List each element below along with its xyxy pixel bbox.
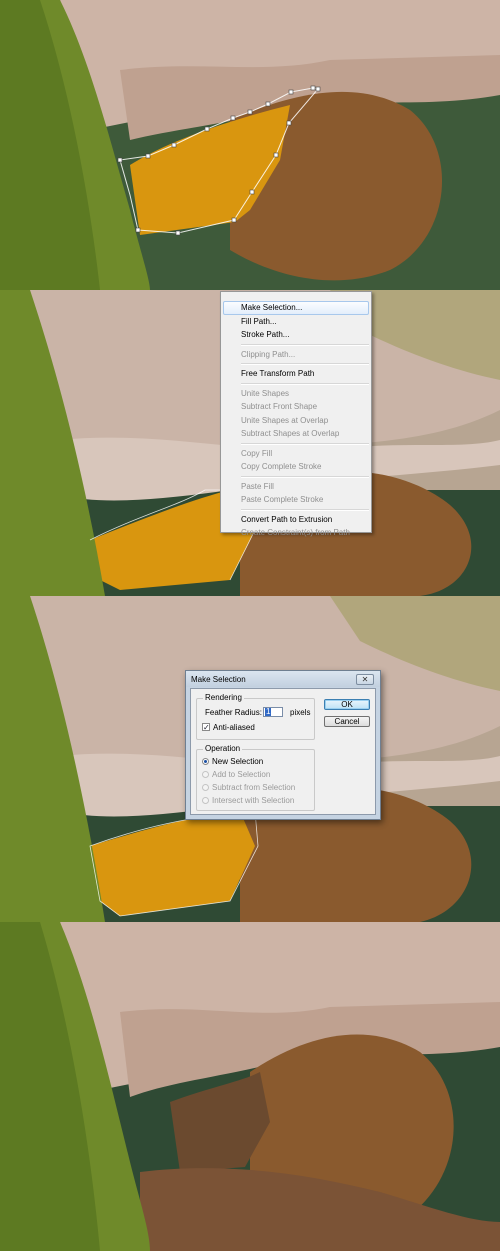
- menu-item-fill-path[interactable]: Fill Path...: [221, 315, 371, 329]
- anti-aliased-label: Anti-aliased: [213, 723, 255, 732]
- menu-item-copy-fill: Copy Fill: [241, 448, 273, 458]
- menu-item-copy-complete-stroke: Copy Complete Stroke: [241, 462, 322, 471]
- subtract-from-selection-label: Subtract from Selection: [212, 783, 296, 792]
- menu-separator: [241, 363, 369, 365]
- menu-item-stroke-path[interactable]: Stroke Path...: [221, 328, 371, 342]
- add-to-selection-label: Add to Selection: [212, 770, 271, 779]
- radio-icon[interactable]: [202, 758, 209, 765]
- menu-item-subtract-shapes-at-overlap: Subtract Shapes at Overlap: [241, 429, 340, 438]
- menu-separator: [241, 343, 369, 346]
- menu-separator: [241, 508, 369, 511]
- rendering-group: Rendering Feather Radius: 1 pixels ✓ Ant…: [196, 693, 315, 740]
- dialog-body: Rendering Feather Radius: 1 pixels ✓ Ant…: [190, 688, 376, 815]
- radio-icon: [202, 797, 209, 804]
- menu-item-unite-shapes: Unite Shapes: [241, 388, 290, 398]
- menu-separator: [241, 442, 369, 445]
- radio-icon: [202, 784, 209, 791]
- ok-button[interactable]: OK: [324, 699, 370, 710]
- new-selection-label: New Selection: [212, 757, 264, 766]
- rendering-legend: Rendering: [203, 693, 244, 702]
- orchid-photo: [0, 922, 500, 1251]
- close-icon[interactable]: ✕: [356, 674, 374, 685]
- dialog-titlebar[interactable]: Make Selection ✕: [186, 671, 380, 687]
- intersect-with-selection-label: Intersect with Selection: [212, 796, 295, 805]
- menu-separator: [241, 475, 369, 478]
- step4-panel: [0, 922, 500, 1251]
- feather-radius-input[interactable]: 1: [263, 707, 283, 717]
- feather-unit-label: pixels: [290, 708, 311, 717]
- menu-item-make-selection[interactable]: Make Selection...: [223, 301, 369, 315]
- make-selection-dialog: Make Selection ✕ Rendering Feather Radiu…: [185, 670, 381, 820]
- menu-item-paste-fill: Paste Fill: [241, 481, 274, 491]
- step3-panel: Make Selection ✕ Rendering Feather Radiu…: [0, 596, 500, 922]
- step1-panel: [0, 0, 500, 290]
- menu-item-paste-complete-stroke: Paste Complete Stroke: [241, 495, 324, 504]
- menu-item-free-transform-path[interactable]: Free Transform Path: [221, 367, 371, 381]
- step2-panel: Make Selection... Fill Path... Stroke Pa…: [0, 290, 500, 596]
- menu-separator: [241, 382, 369, 385]
- cancel-button[interactable]: Cancel: [324, 716, 370, 727]
- path-context-menu: Make Selection... Fill Path... Stroke Pa…: [220, 291, 372, 537]
- feather-radius-value: 1: [265, 707, 272, 716]
- radio-icon: [202, 771, 209, 778]
- menu-item-subtract-front-shape: Subtract Front Shape: [241, 402, 318, 411]
- feather-radius-label: Feather Radius:: [205, 708, 262, 717]
- menu-item-unite-shapes-at-overlap: Unite Shapes at Overlap: [241, 415, 329, 425]
- operation-legend: Operation: [203, 744, 243, 753]
- menu-item-create-constraints: Create Constraint(s) from Path: [241, 528, 350, 537]
- checkmark-icon[interactable]: ✓: [202, 723, 210, 732]
- menu-item-convert-path-to-extrusion[interactable]: Convert Path to Extrusion: [221, 513, 371, 527]
- orchid-photo: [0, 0, 500, 290]
- menu-item-clipping-path: Clipping Path...: [241, 349, 296, 359]
- dialog-title: Make Selection: [191, 675, 246, 684]
- operation-group: Operation New Selection Add to Selection…: [196, 744, 315, 811]
